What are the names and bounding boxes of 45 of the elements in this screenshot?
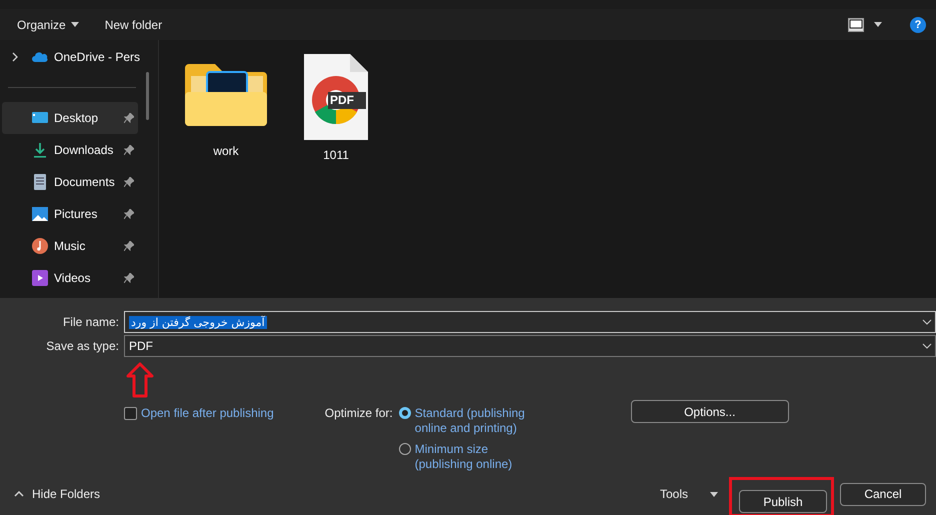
new-folder-button[interactable]: New folder — [96, 14, 172, 36]
sidebar-item[interactable]: OneDrive - Pers — [2, 41, 138, 73]
dropdown-icon[interactable] — [922, 319, 932, 325]
cancel-button[interactable]: Cancel — [840, 482, 926, 506]
chevron-up-icon — [14, 491, 24, 497]
hide-folders-button[interactable]: Hide Folders — [8, 486, 106, 502]
file-name: 1011 — [323, 148, 349, 162]
options-button[interactable]: Options... — [630, 400, 789, 423]
tools-button[interactable]: Tools — [660, 487, 688, 501]
file-item[interactable]: work — [181, 52, 271, 298]
help-icon[interactable]: ? — [910, 16, 926, 32]
caret-icon[interactable] — [710, 492, 718, 496]
up-arrow-annotation — [126, 362, 154, 398]
caret-icon — [70, 22, 79, 27]
save-type-dropdown[interactable]: PDF — [124, 335, 936, 357]
optimize-label: Optimize for: — [324, 406, 393, 420]
file-name: work — [213, 144, 239, 158]
file-name-field[interactable]: آموزش خروجی گرفتن از ورد — [124, 311, 936, 333]
organize-button[interactable]: Organize — [8, 14, 88, 36]
document-icon — [32, 174, 48, 190]
sidebar-item[interactable]: Videos — [2, 262, 138, 294]
picture-icon — [32, 206, 48, 222]
caret-icon[interactable] — [874, 22, 882, 27]
sidebar-item[interactable]: Desktop — [2, 102, 138, 134]
save-type-label: Save as type: — [45, 339, 120, 353]
file-name-label: File name: — [62, 315, 120, 329]
download-icon — [32, 142, 48, 158]
pdf-file-icon: PDF — [302, 52, 370, 142]
file-item[interactable]: PDF 1011 — [291, 52, 381, 298]
sidebar-item[interactable]: Pictures — [2, 198, 138, 230]
radio-option[interactable]: Minimum size (publishing online) — [398, 442, 533, 472]
dropdown-icon[interactable] — [922, 343, 932, 349]
video-icon — [32, 270, 48, 286]
scrollbar-thumb[interactable] — [146, 72, 149, 120]
sidebar-item[interactable]: Music — [2, 230, 138, 262]
music-icon — [32, 238, 48, 254]
expand-icon[interactable] — [12, 52, 18, 62]
desktop-icon — [32, 110, 48, 126]
radio-option[interactable]: Standard (publishing online and printing) — [398, 406, 533, 436]
sidebar-item[interactable]: Downloads — [2, 134, 138, 166]
open-after-checkbox[interactable]: Open file after publishing — [124, 406, 274, 420]
view-pane-icon[interactable] — [848, 18, 864, 32]
publish-button[interactable]: Publish — [739, 490, 827, 513]
folder-icon — [183, 62, 269, 126]
sidebar-item[interactable]: Documents — [2, 166, 138, 198]
